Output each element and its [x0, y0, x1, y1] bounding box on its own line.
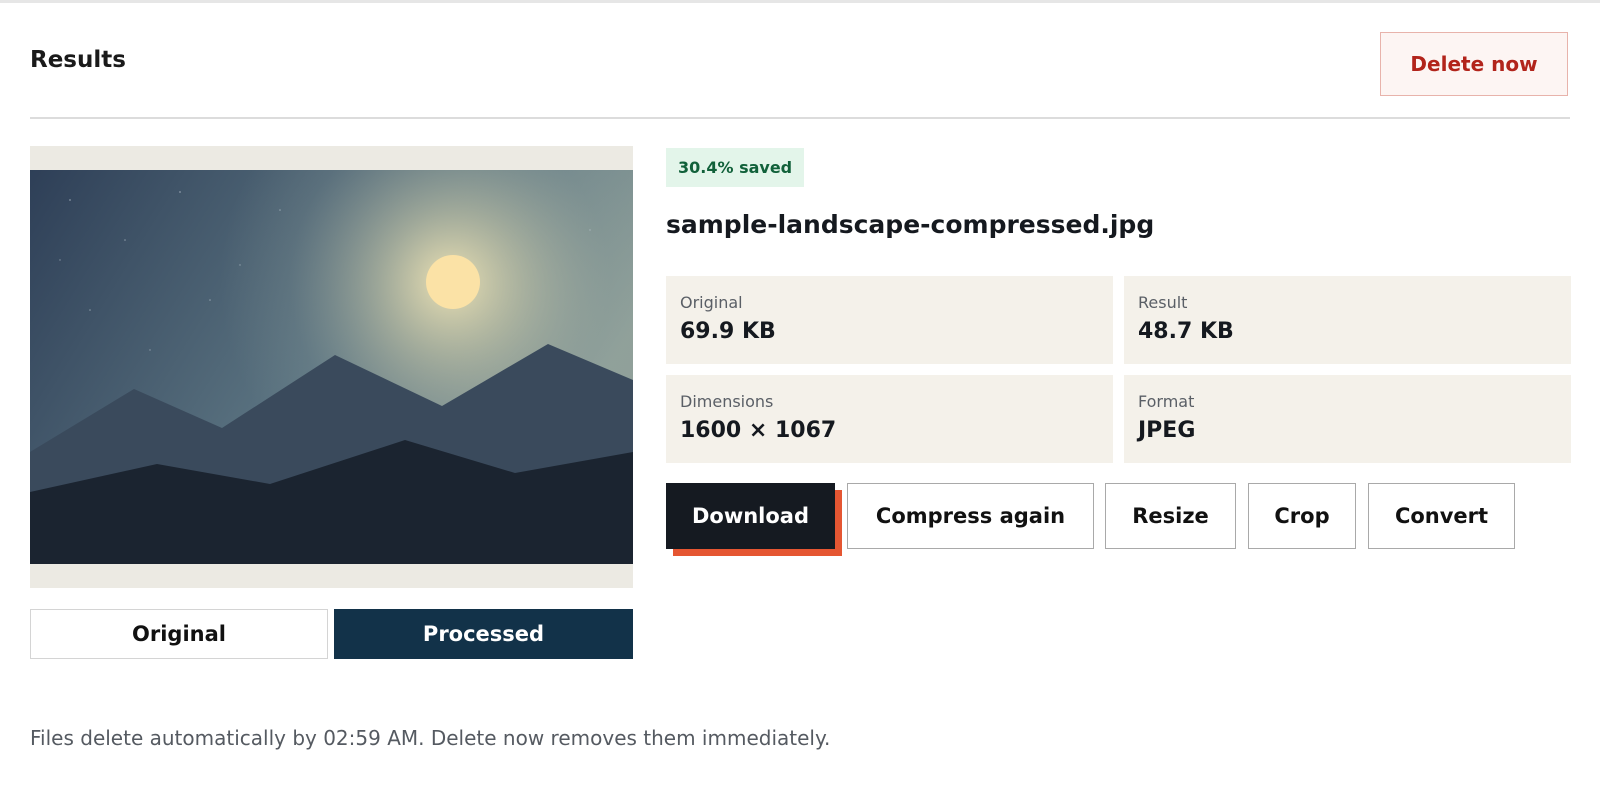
file-name: sample-landscape-compressed.jpg	[666, 210, 1155, 239]
delete-now-button[interactable]: Delete now	[1380, 32, 1568, 96]
saved-badge: 30.4% saved	[666, 148, 805, 187]
stat-value: 1600 × 1067	[680, 418, 837, 443]
stat-label: Format	[1138, 392, 1195, 411]
toggle-processed[interactable]: Processed	[334, 609, 633, 659]
image-preview	[30, 146, 633, 588]
auto-delete-note: Files delete automatically by 02:59 AM. …	[30, 726, 831, 750]
landscape-preview-image	[30, 170, 633, 564]
stat-value: 69.9 KB	[680, 319, 776, 344]
stat-format: Format JPEG	[1124, 375, 1571, 463]
toggle-original[interactable]: Original	[30, 609, 328, 659]
crop-button[interactable]: Crop	[1248, 483, 1356, 549]
stat-value: 48.7 KB	[1138, 319, 1234, 344]
convert-button[interactable]: Convert	[1368, 483, 1515, 549]
resize-button[interactable]: Resize	[1105, 483, 1236, 549]
results-heading: Results	[30, 47, 126, 73]
stat-label: Original	[680, 293, 743, 312]
stat-label: Dimensions	[680, 392, 774, 411]
stat-result: Result 48.7 KB	[1124, 276, 1571, 364]
stat-label: Result	[1138, 293, 1188, 312]
download-button[interactable]: Download	[666, 483, 835, 549]
stat-value: JPEG	[1138, 418, 1196, 443]
compress-again-button[interactable]: Compress again	[847, 483, 1094, 549]
header-divider	[30, 117, 1570, 119]
top-divider	[0, 0, 1600, 3]
stat-dimensions: Dimensions 1600 × 1067	[666, 375, 1113, 463]
stat-original: Original 69.9 KB	[666, 276, 1113, 364]
